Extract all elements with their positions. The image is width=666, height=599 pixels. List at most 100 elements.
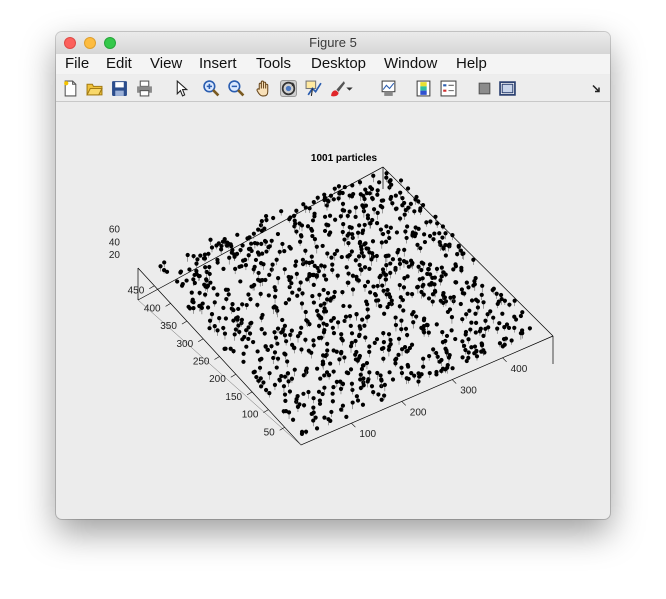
pan-hand-icon[interactable] xyxy=(255,80,272,97)
particle-marker xyxy=(504,322,510,327)
particle-marker xyxy=(158,264,163,269)
print-icon[interactable] xyxy=(136,80,153,97)
hide-plot-tools-icon[interactable] xyxy=(476,80,493,97)
menu-help[interactable]: Help xyxy=(456,55,487,72)
particle-marker xyxy=(488,309,493,314)
particle-marker xyxy=(402,212,407,217)
particle-marker xyxy=(294,396,299,402)
colorbar-icon[interactable] xyxy=(415,80,432,97)
particle-marker xyxy=(434,266,440,271)
title-bar[interactable]: Figure 5 xyxy=(56,32,610,55)
particle-marker xyxy=(270,262,275,267)
particle-marker xyxy=(393,322,399,328)
particle-marker xyxy=(358,372,363,377)
menu-window[interactable]: Window xyxy=(384,55,437,72)
plot-area[interactable]: 1001 particles 204060 501001502002503003… xyxy=(56,102,610,519)
particle-marker xyxy=(408,201,414,207)
particle-marker xyxy=(203,292,208,297)
rotate-3d-icon[interactable] xyxy=(280,80,297,97)
particle-marker xyxy=(361,205,366,210)
particle-marker xyxy=(252,282,257,288)
particle-marker xyxy=(306,389,311,395)
show-plot-tools-icon[interactable] xyxy=(499,80,516,97)
particle-marker xyxy=(246,336,251,342)
open-file-icon[interactable] xyxy=(86,80,103,97)
particle-marker xyxy=(350,273,356,278)
brush-dropdown-icon[interactable] xyxy=(345,80,354,97)
particle-marker xyxy=(259,228,264,233)
particle-marker xyxy=(471,257,476,262)
particle-marker xyxy=(342,355,347,360)
y-tick-mark xyxy=(165,303,171,307)
pointer-icon[interactable] xyxy=(173,80,190,97)
particle-marker xyxy=(397,216,403,221)
particle-marker xyxy=(346,241,351,246)
particle-marker xyxy=(274,305,279,310)
particle-marker xyxy=(354,277,360,282)
menu-edit[interactable]: Edit xyxy=(106,55,132,72)
particle-marker xyxy=(316,335,322,341)
menu-bar: File Edit View Insert Tools Desktop Wind… xyxy=(56,54,610,74)
legend-icon[interactable] xyxy=(440,80,457,97)
particle-marker xyxy=(312,263,317,268)
particle-marker xyxy=(315,195,320,200)
particle-marker xyxy=(365,216,371,221)
particle-marker xyxy=(199,305,205,310)
particle-marker xyxy=(282,333,288,338)
particle-marker xyxy=(290,417,296,422)
particle-marker xyxy=(311,410,316,415)
menu-desktop[interactable]: Desktop xyxy=(311,55,366,72)
menu-insert[interactable]: Insert xyxy=(199,55,237,72)
particle-marker xyxy=(275,356,281,361)
figure-window: Figure 5 File Edit View Insert Tools Des… xyxy=(56,32,610,519)
particle-marker xyxy=(293,263,298,268)
particle-marker xyxy=(197,290,202,295)
particle-marker xyxy=(440,224,446,229)
particle-marker xyxy=(370,251,375,256)
particle-marker xyxy=(251,370,256,375)
particle-marker xyxy=(461,343,467,348)
menu-file[interactable]: File xyxy=(65,55,89,72)
x-tick-label: 100 xyxy=(359,429,376,440)
particle-marker xyxy=(309,350,314,355)
data-cursor-icon[interactable] xyxy=(305,80,322,97)
particle-marker xyxy=(422,232,427,237)
particle-marker xyxy=(321,330,327,335)
new-figure-icon[interactable] xyxy=(62,80,79,97)
particle-marker xyxy=(191,277,196,282)
zoom-in-icon[interactable] xyxy=(203,80,220,97)
x-tick-mark xyxy=(351,422,356,428)
particle-marker xyxy=(316,389,322,394)
particle-marker xyxy=(380,267,386,272)
particle-marker xyxy=(338,379,343,384)
particle-marker xyxy=(298,233,304,238)
particle-marker xyxy=(360,230,365,236)
particle-marker xyxy=(347,193,352,198)
particle-marker xyxy=(445,365,450,370)
dock-icon[interactable] xyxy=(590,80,602,97)
particle-marker xyxy=(295,293,300,298)
particle-marker xyxy=(336,184,342,189)
brush-icon[interactable] xyxy=(329,80,346,97)
particle-marker xyxy=(431,347,436,352)
particle-marker xyxy=(299,429,305,434)
particle-marker xyxy=(481,333,486,338)
particle-marker xyxy=(291,345,297,350)
y-tick-label: 300 xyxy=(177,339,194,350)
menu-view[interactable]: View xyxy=(150,55,182,72)
zoom-out-icon[interactable] xyxy=(228,80,245,97)
particle-marker xyxy=(466,285,471,290)
link-plot-icon[interactable] xyxy=(380,80,397,97)
particle-marker xyxy=(437,231,442,236)
particle-marker xyxy=(299,347,304,352)
particle-marker xyxy=(287,216,292,222)
save-icon[interactable] xyxy=(111,80,128,97)
particle-marker xyxy=(229,250,234,255)
particle-marker xyxy=(386,347,392,352)
particle-marker xyxy=(375,210,380,215)
particle-marker xyxy=(320,362,325,367)
particle-marker xyxy=(353,205,358,210)
particle-marker xyxy=(246,253,251,258)
particle-marker xyxy=(329,296,334,301)
menu-tools[interactable]: Tools xyxy=(256,55,291,72)
